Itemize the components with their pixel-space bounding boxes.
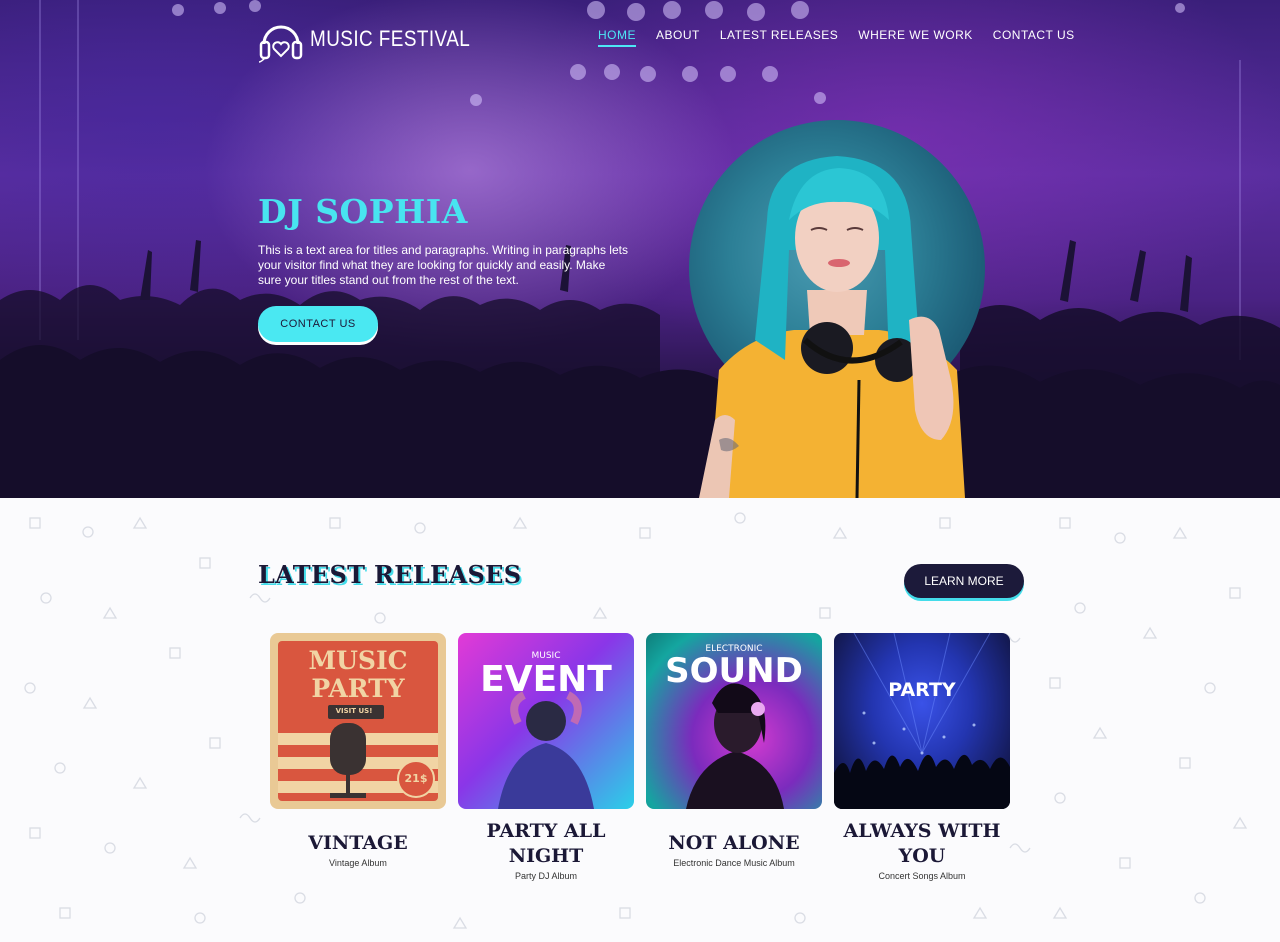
hero-section: MUSIC FESTIVAL HOME ABOUT LATEST RELEASE… (0, 0, 1280, 498)
section-title: LATEST RELEASES (258, 560, 522, 589)
album-title: NOT ALONE (668, 832, 800, 854)
main-nav: HOME ABOUT LATEST RELEASES WHERE WE WORK… (598, 28, 1095, 47)
party-cover-art (834, 633, 1010, 809)
nav-about[interactable]: ABOUT (656, 28, 700, 47)
album-cover-party[interactable]: PARTY (834, 633, 1010, 809)
site-logo[interactable]: MUSIC FESTIVAL (258, 14, 496, 64)
album-cover-sound[interactable]: ELECTRONIC SOUND (646, 633, 822, 809)
album-subtitle: Vintage Album (329, 858, 387, 868)
sound-cover-big: SOUND (665, 651, 803, 691)
learn-more-button[interactable]: LEARN MORE (904, 564, 1024, 598)
nav-where-we-work[interactable]: WHERE WE WORK (858, 28, 973, 47)
headphones-heart-icon (258, 25, 303, 63)
album-card[interactable]: MUSIC EVENT PARTY ALL NIGHT Party DJ Alb… (458, 633, 634, 881)
vintage-cover-title: MUSIC PARTY (270, 647, 446, 703)
album-card[interactable]: MUSIC PARTY VISIT US! 21$ VINTAGE Vintag… (270, 633, 446, 868)
vintage-cover-line-2: PARTY (311, 674, 405, 703)
event-cover-big: EVENT (480, 659, 612, 700)
hero-title: DJ SOPHIA (258, 192, 468, 231)
album-subtitle: Concert Songs Album (878, 871, 966, 881)
album-cover-event[interactable]: MUSIC EVENT (458, 633, 634, 809)
album-title: ALWAYS WITH YOU (843, 820, 1001, 867)
vintage-cover-price: 21$ (404, 772, 428, 785)
party-cover-big: PARTY (888, 679, 956, 701)
album-subtitle: Electronic Dance Music Album (673, 858, 795, 868)
album-card[interactable]: PARTY ALWAYS WITH YOU Concert Songs Albu… (834, 633, 1010, 881)
nav-latest-releases[interactable]: LATEST RELEASES (720, 28, 838, 47)
logo-text: MUSIC FESTIVAL (310, 26, 471, 51)
vintage-cover-line-1: MUSIC (308, 646, 408, 675)
nav-home[interactable]: HOME (598, 28, 636, 47)
album-subtitle: Party DJ Album (514, 871, 578, 881)
latest-releases-section: LATEST RELEASES LEARN MORE MUSIC PARTY V… (0, 498, 1280, 942)
album-card[interactable]: ELECTRONIC SOUND NOT ALONE Electronic Da… (646, 633, 822, 868)
album-cover-vintage[interactable]: MUSIC PARTY VISIT US! 21$ (270, 633, 446, 809)
album-title: PARTY ALL NIGHT (486, 820, 606, 867)
album-title: VINTAGE (308, 832, 408, 854)
vintage-cover-badge: VISIT US! (335, 707, 373, 715)
nav-contact-us[interactable]: CONTACT US (993, 28, 1075, 47)
crowd-silhouette (0, 240, 1280, 498)
dj-photo (699, 156, 965, 498)
contact-us-button[interactable]: CONTACT US (258, 306, 378, 342)
background-pattern (24, 512, 1248, 929)
hero-text: This is a text area for titles and parag… (258, 243, 628, 287)
